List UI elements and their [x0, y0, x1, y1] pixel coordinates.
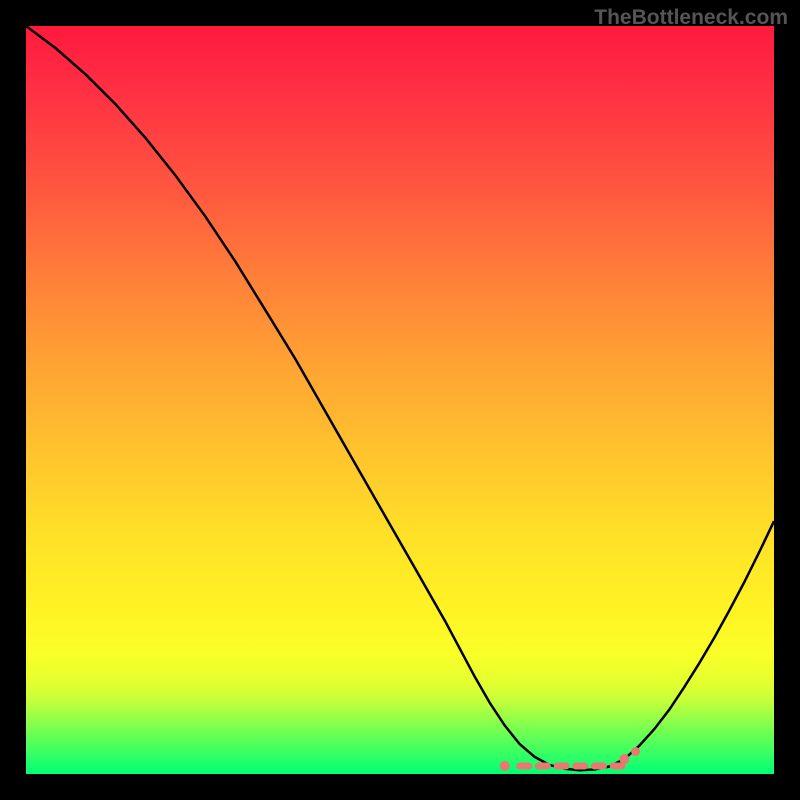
chart-svg — [26, 26, 774, 774]
plot-area — [26, 26, 774, 774]
watermark: TheBottleneck.com — [594, 6, 788, 30]
flat-region-markers — [500, 747, 640, 771]
bottleneck-curve — [26, 26, 774, 770]
